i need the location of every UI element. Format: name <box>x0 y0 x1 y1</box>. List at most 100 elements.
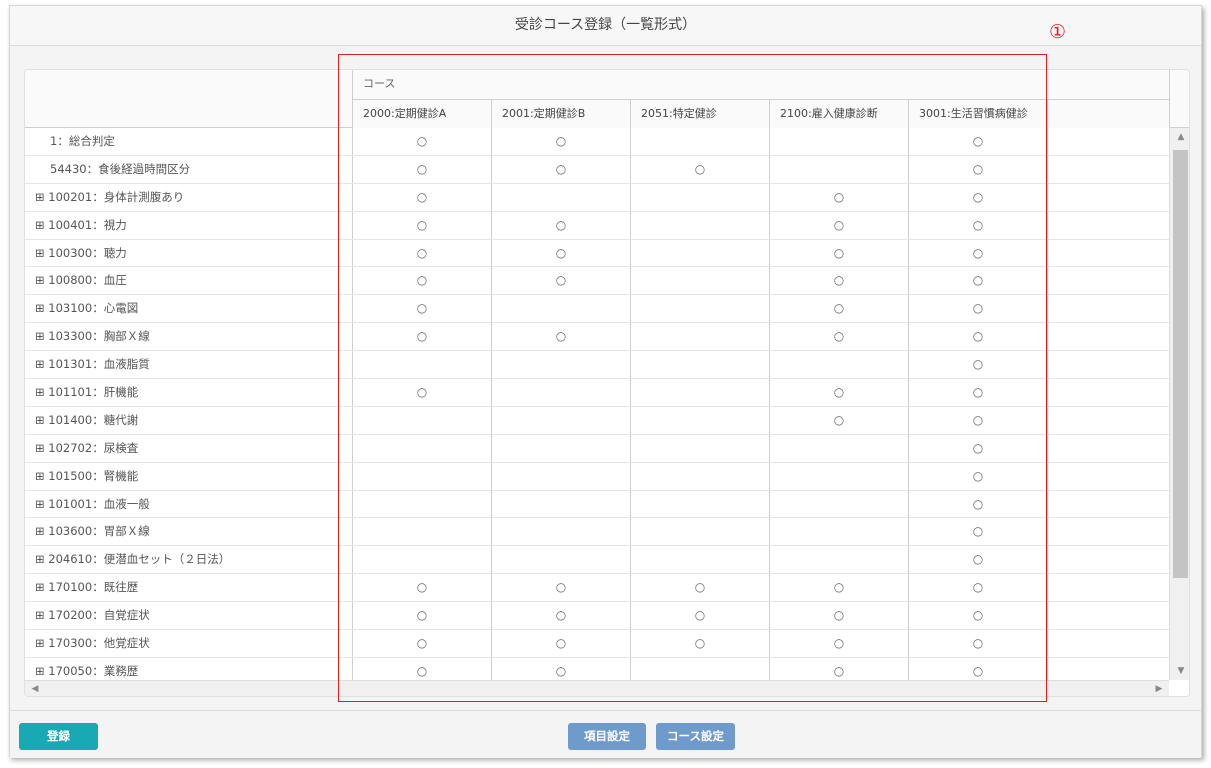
course-item-check[interactable]: ○ <box>908 574 1047 602</box>
course-item-check[interactable]: ○ <box>908 379 1047 406</box>
course-item-cell[interactable] <box>769 490 908 518</box>
course-item-check[interactable]: ○ <box>491 211 630 239</box>
triangle-down-icon[interactable]: ▼ <box>1173 666 1189 676</box>
course-item-check[interactable]: ○ <box>352 630 491 657</box>
course-item-check[interactable]: ○ <box>352 379 491 406</box>
course-item-check[interactable]: ○ <box>491 128 630 155</box>
course-item-cell[interactable] <box>769 518 908 546</box>
column-header[interactable]: 2000:定期健診A <box>352 100 491 128</box>
course-item-check[interactable]: ○ <box>908 239 1047 267</box>
course-item-check[interactable]: ○ <box>491 602 630 630</box>
course-item-check[interactable]: ○ <box>908 128 1047 155</box>
row-label[interactable]: ⊞ 101400：糖代謝 <box>25 407 352 434</box>
course-item-check[interactable]: ○ <box>908 630 1047 657</box>
course-item-check[interactable]: ○ <box>491 630 630 657</box>
course-item-check[interactable]: ○ <box>908 155 1047 183</box>
triangle-left-icon[interactable]: ◀ <box>27 684 43 694</box>
vertical-scrollbar[interactable]: ▲ ▼ <box>1169 128 1189 680</box>
course-item-cell[interactable] <box>352 546 491 574</box>
row-label[interactable]: ⊞ 100300：聴力 <box>25 240 352 267</box>
row-label[interactable]: ⊞ 204610：便潜血セット（２日法） <box>25 546 352 573</box>
course-item-cell[interactable] <box>630 546 769 574</box>
course-item-check[interactable]: ○ <box>908 490 1047 518</box>
row-label[interactable]: ⊞ 103300：胸部Ｘ線 <box>25 323 352 350</box>
row-label[interactable]: ⊞ 100201：身体計測腹あり <box>25 184 352 211</box>
course-item-check[interactable]: ○ <box>908 462 1047 490</box>
course-item-cell[interactable] <box>630 267 769 295</box>
course-item-cell[interactable] <box>491 295 630 323</box>
row-label[interactable]: ⊞ 101001：血液一般 <box>25 491 352 518</box>
course-item-cell[interactable] <box>630 379 769 406</box>
course-item-cell[interactable] <box>491 379 630 406</box>
course-item-check[interactable]: ○ <box>352 574 491 602</box>
course-item-cell[interactable] <box>491 490 630 518</box>
row-label[interactable]: ⊞ 101101：肝機能 <box>25 379 352 406</box>
row-label[interactable]: ⊞ 170200：自覚症状 <box>25 602 352 629</box>
course-item-check[interactable]: ○ <box>908 323 1047 351</box>
row-label[interactable]: ⊞ 170300：他覚症状 <box>25 630 352 657</box>
course-item-cell[interactable] <box>630 657 769 680</box>
course-item-cell[interactable] <box>769 155 908 183</box>
course-item-check[interactable]: ○ <box>769 602 908 630</box>
course-item-cell[interactable] <box>630 239 769 267</box>
column-header[interactable]: 3001:生活習慣病健診 <box>908 100 1047 128</box>
row-label[interactable]: ⊞ 103600：胃部Ｘ線 <box>25 518 352 545</box>
course-item-cell[interactable] <box>352 406 491 434</box>
course-item-cell[interactable] <box>769 462 908 490</box>
course-item-check[interactable]: ○ <box>908 211 1047 239</box>
course-item-check[interactable]: ○ <box>908 183 1047 211</box>
item-settings-button[interactable]: 項目設定 <box>568 723 646 750</box>
course-item-cell[interactable] <box>630 183 769 211</box>
course-item-cell[interactable] <box>769 351 908 379</box>
course-item-check[interactable]: ○ <box>630 602 769 630</box>
course-item-check[interactable]: ○ <box>352 128 491 155</box>
course-item-cell[interactable] <box>491 546 630 574</box>
course-item-cell[interactable] <box>769 546 908 574</box>
course-item-check[interactable]: ○ <box>491 155 630 183</box>
triangle-up-icon[interactable]: ▲ <box>1173 132 1189 142</box>
course-item-check[interactable]: ○ <box>908 406 1047 434</box>
course-item-cell[interactable] <box>491 183 630 211</box>
row-label[interactable]: ⊞ 102702：尿検査 <box>25 435 352 462</box>
course-item-cell[interactable] <box>352 351 491 379</box>
course-item-check[interactable]: ○ <box>352 211 491 239</box>
row-label[interactable]: ⊞ 100800：血圧 <box>25 267 352 294</box>
course-item-cell[interactable] <box>352 462 491 490</box>
row-label[interactable]: ⊞ 170100：既往歴 <box>25 574 352 601</box>
course-item-check[interactable]: ○ <box>769 630 908 657</box>
course-item-cell[interactable] <box>630 406 769 434</box>
course-item-check[interactable]: ○ <box>908 351 1047 379</box>
course-item-check[interactable]: ○ <box>352 239 491 267</box>
course-item-cell[interactable] <box>352 490 491 518</box>
course-item-check[interactable]: ○ <box>908 518 1047 546</box>
course-item-cell[interactable] <box>630 490 769 518</box>
course-item-cell[interactable] <box>630 323 769 351</box>
course-item-check[interactable]: ○ <box>769 574 908 602</box>
course-item-check[interactable]: ○ <box>769 211 908 239</box>
row-label[interactable]: ⊞ 101500：腎機能 <box>25 463 352 490</box>
course-item-check[interactable]: ○ <box>491 323 630 351</box>
course-item-cell[interactable] <box>630 351 769 379</box>
course-item-check[interactable]: ○ <box>769 183 908 211</box>
course-item-check[interactable]: ○ <box>352 602 491 630</box>
course-item-check[interactable]: ○ <box>352 323 491 351</box>
course-item-cell[interactable] <box>491 462 630 490</box>
row-label[interactable]: ⊞ 103100：心電図 <box>25 295 352 322</box>
course-item-check[interactable]: ○ <box>491 657 630 680</box>
course-item-check[interactable]: ○ <box>908 602 1047 630</box>
course-item-check[interactable]: ○ <box>908 546 1047 574</box>
course-item-cell[interactable] <box>630 518 769 546</box>
course-item-check[interactable]: ○ <box>769 406 908 434</box>
column-header[interactable]: 2001:定期健診B <box>491 100 630 128</box>
scrollbar-thumb[interactable] <box>1173 150 1188 578</box>
course-item-cell[interactable] <box>491 351 630 379</box>
course-item-check[interactable]: ○ <box>769 267 908 295</box>
column-header[interactable]: 2100:雇入健康診断 <box>769 100 908 128</box>
course-item-cell[interactable] <box>630 434 769 462</box>
row-label[interactable]: ⊞ 101301：血液脂質 <box>25 351 352 378</box>
course-item-cell[interactable] <box>769 128 908 155</box>
course-item-cell[interactable] <box>491 518 630 546</box>
course-item-check[interactable]: ○ <box>630 574 769 602</box>
course-settings-button[interactable]: コース設定 <box>656 723 735 750</box>
course-item-check[interactable]: ○ <box>769 239 908 267</box>
